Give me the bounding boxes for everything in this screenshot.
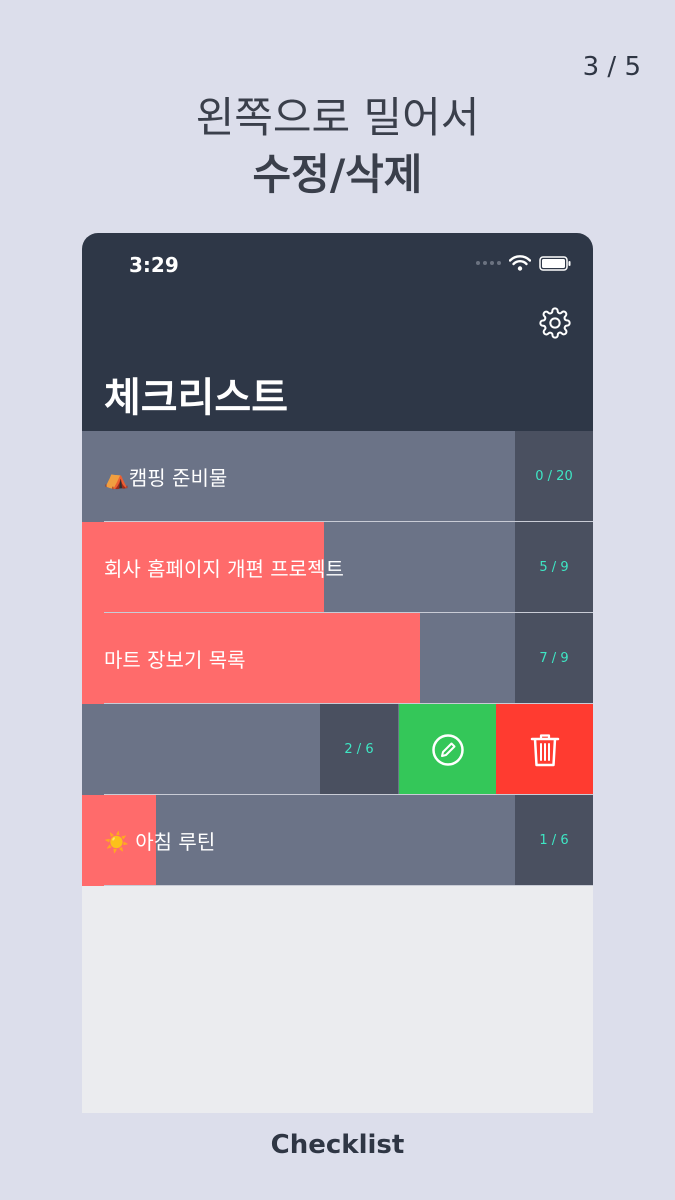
wifi-icon <box>509 255 531 271</box>
list-item[interactable]: ⛺캠핑 준비물 0 / 20 <box>82 431 593 522</box>
headline: 왼쪽으로 밀어서 수정/삭제 <box>0 90 675 204</box>
settings-gear-icon[interactable] <box>539 307 571 339</box>
phone-screen: 3:29 체크리스트 ⛺캠핑 준비물 0 / 20 회사 홈페이지 개편 프로젝… <box>82 233 593 1113</box>
item-count-badge: 0 / 20 <box>515 431 593 522</box>
edit-icon <box>431 733 464 766</box>
page-title: 체크리스트 <box>104 375 288 421</box>
item-count-badge: 7 / 9 <box>515 613 593 704</box>
app-name: Checklist <box>270 1130 405 1160</box>
list-item-label: 회사 홈페이지 개편 프로젝트 <box>104 557 344 581</box>
list-item-label: ⛺캠핑 준비물 <box>104 466 228 490</box>
status-icons <box>476 255 571 271</box>
list-item[interactable]: 마트 장보기 목록 7 / 9 <box>82 613 593 704</box>
headline-line1: 왼쪽으로 밀어서 <box>195 93 480 142</box>
edit-button[interactable] <box>399 704 496 795</box>
list-item[interactable]: 회사 홈페이지 개편 프로젝트 5 / 9 <box>82 522 593 613</box>
trash-icon <box>530 733 559 766</box>
item-count-badge: 2 / 6 <box>320 704 398 795</box>
item-count-badge: 5 / 9 <box>515 522 593 613</box>
list-item-label: 마트 장보기 목록 <box>104 648 246 672</box>
item-count-badge: 1 / 6 <box>515 795 593 886</box>
row-divider <box>104 885 593 886</box>
battery-icon <box>539 255 571 271</box>
delete-button[interactable] <box>496 704 593 795</box>
page-indicator: 3 / 5 <box>582 52 641 82</box>
navigation-bar: 3:29 체크리스트 <box>82 233 593 431</box>
signal-dots-icon <box>476 261 501 265</box>
headline-line2: 수정/삭제 <box>252 150 423 199</box>
list-item[interactable]: ☀️ 아침 루틴 1 / 6 <box>82 795 593 886</box>
status-time: 3:29 <box>129 253 179 277</box>
list-item-swiped[interactable]: 2 / 6 <box>82 704 593 795</box>
list-item-label: ☀️ 아침 루틴 <box>104 830 216 854</box>
